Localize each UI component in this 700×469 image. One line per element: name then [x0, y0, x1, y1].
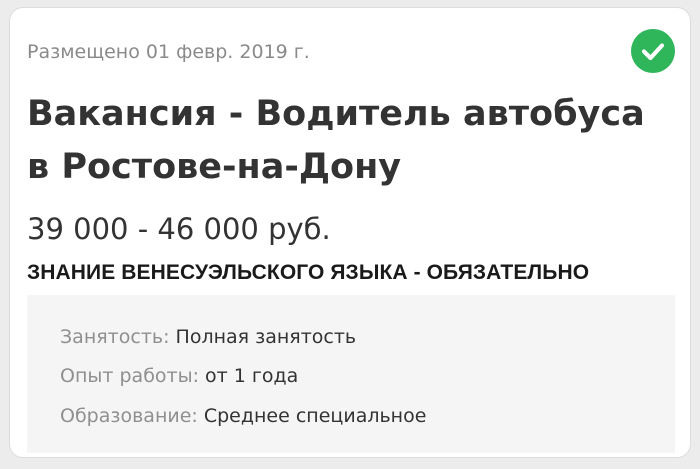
detail-row-employment: Занятость: Полная занятость — [60, 326, 356, 348]
salary-range: 39 000 - 46 000 руб. — [27, 212, 331, 246]
language-requirement: ЗНАНИЕ ВЕНЕСУЭЛЬСКОГО ЯЗЫКА - ОБЯЗАТЕЛЬН… — [27, 261, 590, 284]
detail-label: Образование: — [60, 405, 204, 427]
vacancy-details: Занятость: Полная занятость Опыт работы:… — [27, 295, 675, 453]
detail-label: Опыт работы: — [60, 365, 206, 387]
detail-value: от 1 года — [205, 365, 299, 387]
posted-date: Размещено 01 февр. 2019 г. — [27, 41, 310, 63]
detail-row-education: Образование: Среднее специальное — [60, 405, 426, 427]
check-circle-icon — [631, 29, 675, 73]
detail-row-experience: Опыт работы: от 1 года — [60, 365, 298, 387]
detail-label: Занятость: — [60, 326, 176, 348]
vacancy-card: Размещено 01 февр. 2019 г. Вакансия - Во… — [9, 7, 691, 458]
detail-value: Полная занятость — [175, 326, 357, 348]
vacancy-title: Вакансия - Водитель автобуса в Ростове-н… — [27, 94, 645, 187]
detail-value: Среднее специальное — [203, 405, 427, 427]
